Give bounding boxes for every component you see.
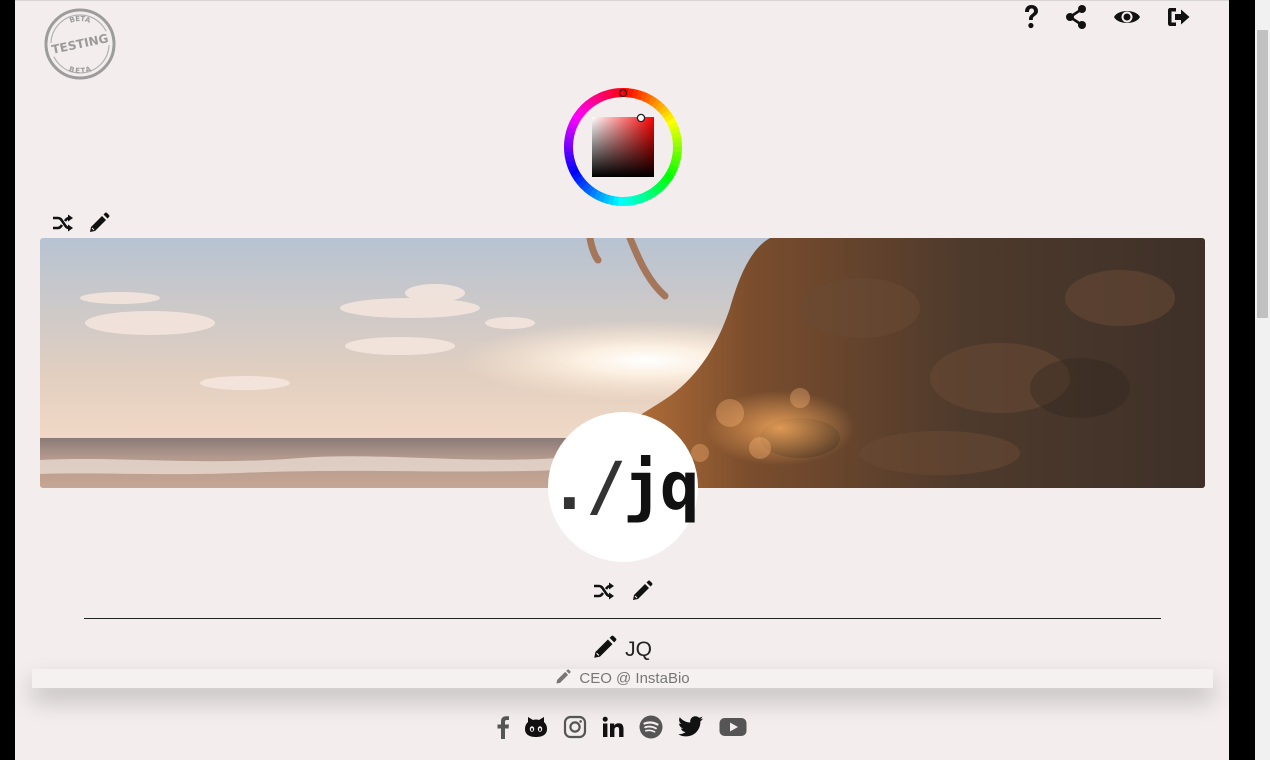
color-handle[interactable] xyxy=(636,113,646,123)
svg-text:BETA: BETA xyxy=(69,15,92,25)
twitter-icon[interactable] xyxy=(678,715,704,739)
avatar-initials: jq xyxy=(623,448,700,525)
pencil-icon[interactable] xyxy=(88,212,110,234)
section-divider xyxy=(84,618,1161,619)
top-action-bar xyxy=(1023,4,1191,30)
github-icon[interactable] xyxy=(524,715,548,739)
avatar[interactable]: ./jq xyxy=(548,412,700,562)
scrollbar-thumb[interactable] xyxy=(1257,30,1268,318)
pencil-icon[interactable] xyxy=(592,635,617,664)
pencil-icon[interactable] xyxy=(631,580,653,602)
avatar-tools xyxy=(593,580,653,602)
pencil-icon[interactable] xyxy=(555,668,571,689)
social-links xyxy=(15,715,1229,739)
stamp-center-text: TESTING xyxy=(50,31,109,57)
beta-testing-stamp: BETA BETA TESTING xyxy=(44,8,116,80)
vertical-scrollbar[interactable] xyxy=(1255,0,1270,760)
cover-tools xyxy=(52,212,110,234)
youtube-icon[interactable] xyxy=(719,715,747,739)
shuffle-icon[interactable] xyxy=(52,213,74,233)
instagram-icon[interactable] xyxy=(563,715,587,739)
facebook-icon[interactable] xyxy=(497,715,509,739)
profile-title[interactable]: CEO @ InstaBio xyxy=(579,670,689,687)
eye-icon[interactable] xyxy=(1113,4,1141,30)
sign-out-icon[interactable] xyxy=(1167,4,1191,30)
shuffle-icon[interactable] xyxy=(593,581,615,601)
profile-editor-page: BETA BETA TESTING ./jq JQ CEO @ InstaBio xyxy=(15,0,1229,760)
color-wheel-picker[interactable] xyxy=(563,87,683,207)
stamp-top-text: BETA xyxy=(69,15,92,25)
saturation-value-square[interactable] xyxy=(592,117,654,177)
share-icon[interactable] xyxy=(1065,4,1087,30)
profile-name[interactable]: JQ xyxy=(625,638,652,662)
avatar-prefix: ./ xyxy=(549,448,627,525)
linkedin-icon[interactable] xyxy=(602,715,624,739)
spotify-icon[interactable] xyxy=(639,715,663,739)
profile-name-row: JQ xyxy=(15,635,1229,664)
profile-title-row: CEO @ InstaBio xyxy=(32,668,1213,689)
question-icon[interactable] xyxy=(1023,4,1039,30)
